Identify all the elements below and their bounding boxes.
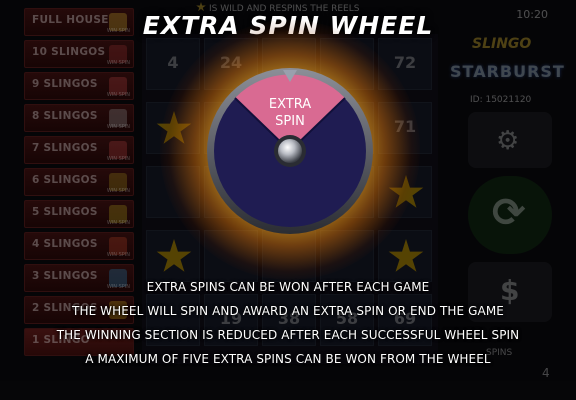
game-screen: FULL HOUSE WIN SPIN 10 SLINGOS WIN SPIN 9 SL… [0, 0, 576, 400]
wheel-segment-label-2: SPIN [275, 114, 305, 129]
instruction-line: THE WHEEL WILL SPIN AND AWARD AN EXTRA S… [72, 304, 504, 318]
wheel-segment-label-1: EXTRA [269, 97, 311, 112]
extra-spin-wheel: EXTRA SPIN [207, 68, 373, 234]
instruction-line: A MAXIMUM OF FIVE EXTRA SPINS CAN BE WON… [85, 352, 491, 366]
instruction-line: EXTRA SPINS CAN BE WON AFTER EACH GAME [146, 280, 430, 294]
instructions: EXTRA SPINS CAN BE WON AFTER EACH GAME T… [0, 275, 576, 371]
wheel-hub [278, 139, 302, 163]
instruction-line: THE WINNING SECTION IS REDUCED AFTER EAC… [56, 328, 520, 342]
